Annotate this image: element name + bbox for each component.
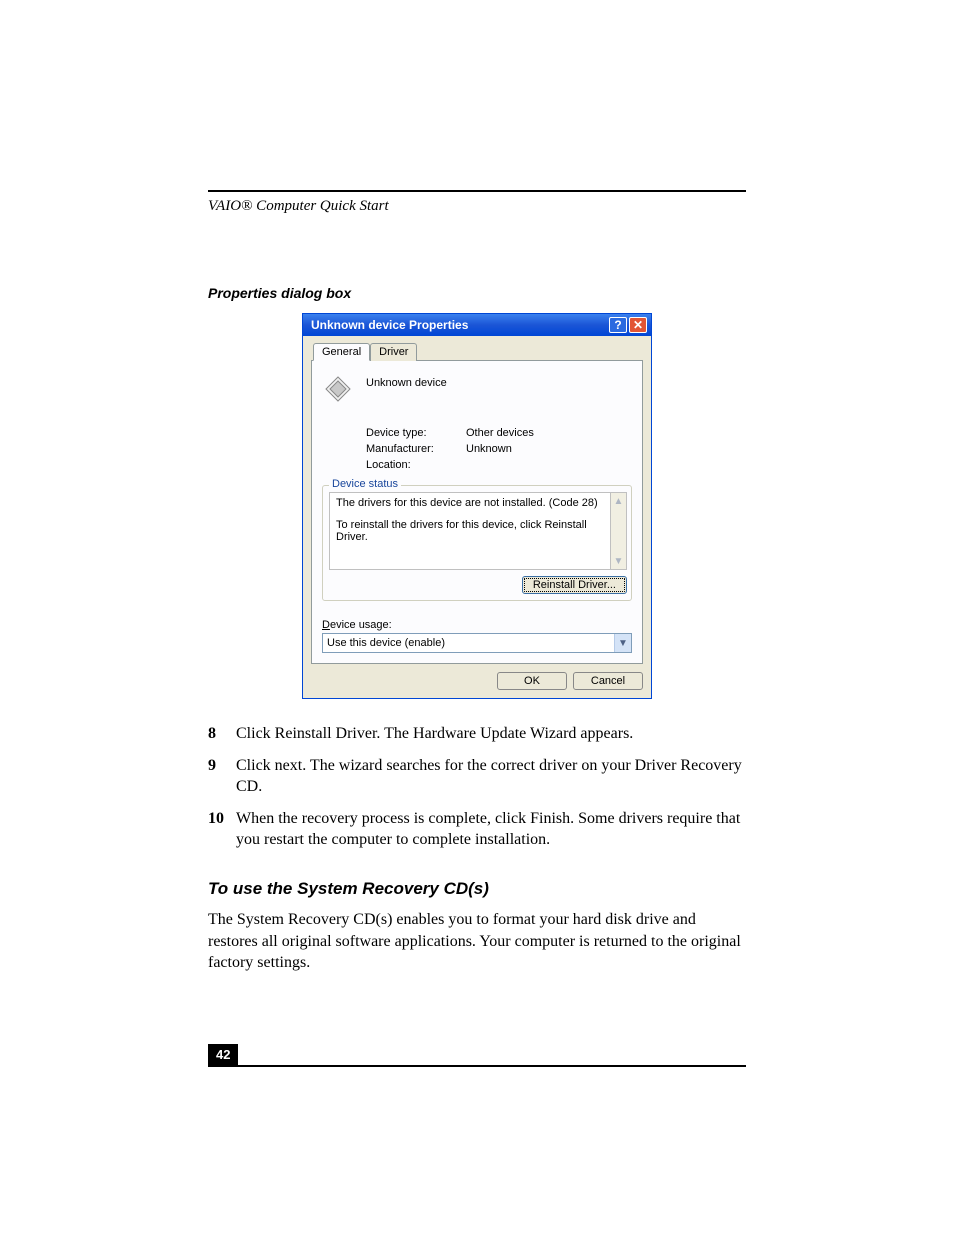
scroll-down-icon[interactable]: ▼ [611, 553, 626, 569]
step-number: 9 [208, 755, 236, 798]
reinstall-driver-button[interactable]: Reinstall Driver... [522, 576, 627, 594]
step-text: When the recovery process is complete, c… [236, 808, 746, 851]
step-item: 8 Click Reinstall Driver. The Hardware U… [208, 723, 746, 745]
step-text: Click Reinstall Driver. The Hardware Upd… [236, 723, 746, 745]
scroll-up-icon[interactable]: ▲ [611, 493, 626, 509]
device-status-text: The drivers for this device are not inst… [329, 492, 627, 570]
manufacturer-value: Unknown [466, 443, 512, 455]
step-text: Click next. The wizard searches for the … [236, 755, 746, 798]
body-paragraph: The System Recovery CD(s) enables you to… [208, 909, 746, 974]
status-line-2: To reinstall the drivers for this device… [336, 519, 620, 543]
device-type-label: Device type: [366, 427, 466, 439]
help-icon[interactable]: ? [609, 317, 627, 333]
step-item: 9 Click next. The wizard searches for th… [208, 755, 746, 798]
properties-dialog: Unknown device Properties ? ✕ General Dr… [302, 313, 652, 699]
device-status-legend: Device status [329, 478, 401, 490]
device-usage-label: Device usage: [322, 619, 632, 631]
dialog-titlebar: Unknown device Properties ? ✕ [303, 314, 651, 336]
step-item: 10 When the recovery process is complete… [208, 808, 746, 851]
device-usage-value: Use this device (enable) [323, 637, 614, 649]
step-number: 10 [208, 808, 236, 851]
step-number: 8 [208, 723, 236, 745]
close-icon[interactable]: ✕ [629, 317, 647, 333]
section-heading: To use the System Recovery CD(s) [208, 879, 746, 899]
device-name: Unknown device [366, 373, 447, 389]
tab-general[interactable]: General [313, 343, 370, 361]
manufacturer-label: Manufacturer: [366, 443, 466, 455]
chevron-down-icon: ▼ [614, 634, 631, 652]
page-number: 42 [208, 1044, 238, 1065]
tab-driver[interactable]: Driver [370, 343, 417, 361]
ok-button[interactable]: OK [497, 672, 567, 690]
status-line-1: The drivers for this device are not inst… [336, 497, 620, 509]
dialog-title: Unknown device Properties [311, 318, 607, 332]
device-icon [322, 373, 354, 405]
location-label: Location: [366, 459, 466, 471]
cancel-button[interactable]: Cancel [573, 672, 643, 690]
device-type-value: Other devices [466, 427, 534, 439]
running-header: VAIO® Computer Quick Start [208, 198, 746, 215]
figure-caption: Properties dialog box [208, 285, 746, 301]
device-usage-select[interactable]: Use this device (enable) ▼ [322, 633, 632, 653]
